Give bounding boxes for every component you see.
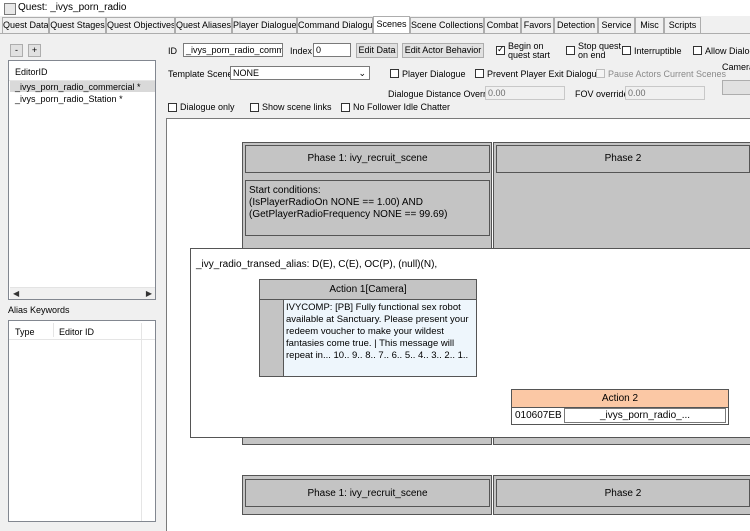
title-bar: Quest: _ivys_porn_radio — [0, 0, 750, 16]
dialogue-distance-field[interactable]: 0.00 — [485, 86, 565, 100]
scroll-left-icon[interactable]: ◀ — [13, 289, 19, 298]
alias-keywords-label: Alias Keywords — [8, 305, 70, 315]
pause-actors-label: Pause Actors Current Scenes — [608, 69, 727, 79]
tab-combat[interactable]: Combat — [484, 17, 521, 34]
remove-scene-button[interactable]: - — [10, 44, 23, 57]
interruptible-label: Interruptible — [634, 46, 682, 56]
prevent-exit-label: Prevent Player Exit Dialogue — [487, 69, 602, 79]
action-2-title[interactable]: Action 2 — [512, 390, 728, 408]
pause-actors-checkbox[interactable] — [596, 69, 605, 78]
tab-detection[interactable]: Detection — [554, 17, 598, 34]
fov-label: FOV override — [575, 89, 629, 99]
tab-divider — [0, 33, 750, 34]
start-conditions[interactable]: Start conditions: (IsPlayerRadioOn NONE … — [245, 180, 490, 236]
action-1-title[interactable]: Action 1[Camera] — [260, 280, 476, 300]
stop-on-end-checkbox[interactable] — [566, 46, 575, 55]
scroll-right-icon[interactable]: ▶ — [146, 289, 152, 298]
scene-list-item[interactable]: _ivys_porn_radio_commercial * — [15, 82, 141, 93]
dialogue-only-checkbox[interactable] — [168, 103, 177, 112]
allow-dialogue-label: Allow Dialogue — [705, 46, 750, 56]
fov-field[interactable]: 0.00 — [625, 86, 705, 100]
dialogue-distance-label: Dialogue Distance Override — [388, 89, 499, 99]
stop-on-end-label: Stop quest on end — [578, 41, 622, 60]
editorid-header[interactable]: EditorID — [15, 67, 48, 78]
begin-on-start-label: Begin on quest start — [508, 41, 551, 60]
prevent-exit-checkbox[interactable] — [475, 69, 484, 78]
tab-scene-collections[interactable]: Scene Collections — [410, 17, 484, 34]
alias-row-label[interactable]: _ivy_radio_transed_alias: D(E), C(E), OC… — [196, 259, 437, 270]
tab-command-dialogue[interactable]: Command Dialogue — [297, 17, 373, 34]
template-scene-label: Template Scene — [168, 69, 233, 79]
scene-list-item[interactable]: _ivys_porn_radio_Station * — [15, 94, 123, 105]
tab-quest-stages[interactable]: Quest Stages — [49, 17, 106, 34]
player-dialogue-checkbox[interactable] — [390, 69, 399, 78]
camera-button[interactable] — [722, 80, 750, 95]
interruptible-checkbox[interactable] — [622, 46, 631, 55]
alias-timeline-panel[interactable]: _ivy_radio_transed_alias: D(E), C(E), OC… — [190, 248, 750, 438]
chevron-down-icon[interactable]: ⌄ — [358, 67, 366, 79]
tab-strip: Quest Data Quest Stages Quest Objectives… — [0, 16, 750, 34]
type-column-header[interactable]: Type — [15, 327, 35, 338]
horizontal-scrollbar[interactable]: ◀ ▶ — [10, 287, 155, 299]
phase-1-title[interactable]: Phase 1: ivy_recruit_scene — [245, 145, 490, 173]
tab-scripts[interactable]: Scripts — [664, 17, 701, 34]
tab-quest-objectives[interactable]: Quest Objectives — [106, 17, 175, 34]
action-2-name[interactable]: _ivys_porn_radio_... — [564, 408, 726, 423]
show-scene-links-checkbox[interactable] — [250, 103, 259, 112]
tab-scenes[interactable]: Scenes — [373, 16, 410, 34]
tab-quest-data[interactable]: Quest Data — [2, 17, 49, 34]
window-title: Quest: _ivys_porn_radio — [18, 2, 127, 13]
tab-favors[interactable]: Favors — [521, 17, 554, 34]
bottom-phase-1-title[interactable]: Phase 1: ivy_recruit_scene — [245, 479, 490, 507]
edit-actor-behavior-button[interactable]: Edit Actor Behavior — [402, 43, 484, 58]
show-scene-links-label: Show scene links — [262, 102, 332, 112]
action-1-box[interactable]: Action 1[Camera] IVYCOMP: [PB] Fully fun… — [259, 279, 477, 377]
app-icon — [4, 3, 16, 15]
dialogue-only-label: Dialogue only — [180, 102, 235, 112]
id-label: ID — [168, 46, 177, 56]
no-follower-chatter-label: No Follower Idle Chatter — [353, 102, 451, 112]
action-1-handle[interactable] — [260, 300, 284, 376]
alias-keywords-list[interactable]: Type Editor ID — [8, 320, 156, 522]
scene-list[interactable]: EditorID _ivys_porn_radio_commercial * _… — [8, 60, 156, 300]
no-follower-chatter-checkbox[interactable] — [341, 103, 350, 112]
template-scene-value: NONE — [233, 68, 260, 78]
index-field[interactable]: 0 — [313, 43, 351, 57]
phase-2-title[interactable]: Phase 2 — [496, 145, 750, 173]
begin-on-start-checkbox[interactable] — [496, 44, 505, 55]
tab-misc[interactable]: Misc — [635, 17, 664, 34]
index-label: Index — [290, 46, 313, 56]
scene-id-field[interactable]: _ivys_porn_radio_commercial — [183, 43, 283, 57]
action-1-text: IVYCOMP: [PB] Fully functional sex robot… — [286, 302, 469, 361]
editor-id-column-header[interactable]: Editor ID — [59, 327, 94, 338]
camera-label: Camera — [722, 62, 750, 72]
action-2-box[interactable]: Action 2 010607EB _ivys_porn_radio_... — [511, 389, 729, 425]
tab-service[interactable]: Service — [598, 17, 635, 34]
player-dialogue-label: Player Dialogue — [402, 69, 466, 79]
template-scene-select[interactable]: NONE ⌄ — [230, 66, 370, 80]
allow-dialogue-checkbox[interactable] — [693, 46, 702, 55]
edit-data-button[interactable]: Edit Data — [356, 43, 398, 58]
add-scene-button[interactable]: + — [28, 44, 41, 57]
bottom-phase-2-title[interactable]: Phase 2 — [496, 479, 750, 507]
scene-canvas[interactable]: Phase 1: ivy_recruit_scene Start conditi… — [166, 118, 750, 531]
tab-player-dialogue[interactable]: Player Dialogue — [232, 17, 297, 34]
action-2-formid: 010607EB — [515, 410, 562, 421]
tab-quest-aliases[interactable]: Quest Aliases — [175, 17, 232, 34]
